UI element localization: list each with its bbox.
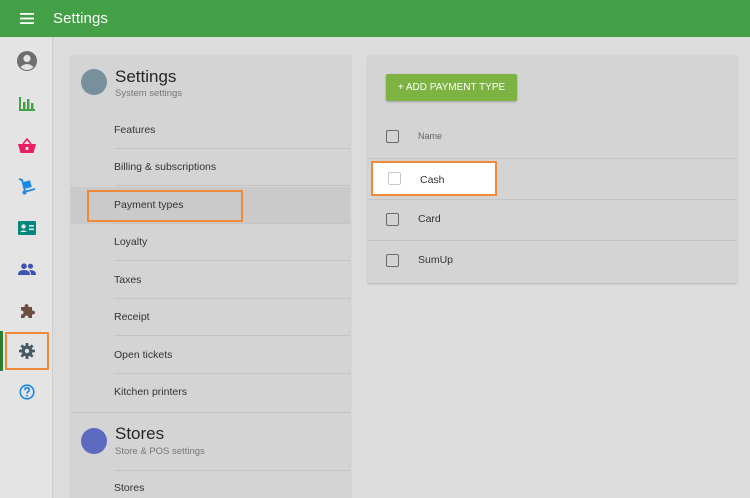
page-title: Settings [53,10,108,27]
puzzle-icon [20,304,35,318]
navigation-rail [0,37,53,498]
column-header-name: Name [418,131,443,141]
payment-type-row-card[interactable]: Card [368,199,737,240]
rail-help[interactable] [0,374,53,410]
payment-type-name: Cash [420,174,445,186]
nav-item-label: Billing & subscriptions [114,161,217,173]
nav-item-receipt[interactable]: Receipt [71,299,350,336]
nav-item-open-tickets[interactable]: Open tickets [71,337,350,374]
help-circle-icon [18,384,35,400]
stores-section-subtitle: Store & POS settings [115,446,205,457]
cash-highlight-box[interactable]: Cash [371,161,497,196]
rail-account[interactable] [0,43,53,79]
settings-section-subtitle: System settings [115,88,183,99]
nav-item-label: Features [114,124,156,136]
divider [368,240,737,241]
people-icon [17,263,36,275]
rail-inventory[interactable] [0,168,53,204]
payment-types-highlight-box [87,190,243,222]
add-payment-type-button[interactable]: + ADD PAYMENT TYPE [386,74,517,101]
nav-item-label: Taxes [114,274,142,286]
bar-chart-icon [18,97,35,111]
badge-card-icon [17,221,36,235]
basket-icon [17,137,36,153]
divider [368,158,737,159]
select-all-checkbox[interactable] [386,130,399,143]
stores-section-header: Stores Store & POS settings [71,413,350,469]
nav-item-label: Loyalty [114,236,148,248]
top-app-bar: Settings [0,0,750,37]
settings-section-avatar [81,69,107,95]
nav-item-label: Open tickets [114,349,173,361]
menu-icon [19,13,34,24]
settings-nav-panel: Settings System settings Features Billin… [71,55,350,498]
nav-item-taxes[interactable]: Taxes [71,262,350,299]
divider [114,185,350,186]
nav-item-stores[interactable]: Stores [71,470,350,498]
row-checkbox[interactable] [386,254,399,267]
row-checkbox[interactable] [386,213,399,226]
nav-item-label: Kitchen printers [114,386,187,398]
payment-type-name: Card [418,213,441,225]
nav-item-features[interactable]: Features [71,112,350,149]
dolly-icon [18,177,35,194]
divider [114,260,350,261]
rail-customers[interactable] [0,251,53,287]
rail-integrations[interactable] [0,293,53,329]
nav-item-label: Stores [114,482,145,494]
nav-item-kitchen-printers[interactable]: Kitchen printers [71,374,350,411]
nav-item-billing[interactable]: Billing & subscriptions [71,149,350,186]
account-circle-icon [16,51,37,71]
nav-item-loyalty[interactable]: Loyalty [71,224,350,261]
settings-section-header: Settings System settings [71,55,350,111]
rail-employees[interactable] [0,210,53,246]
settings-section-title: Settings [115,67,177,86]
payment-types-panel: + ADD PAYMENT TYPE Name Card SumUp Cash [368,55,737,283]
nav-item-label: Receipt [114,311,150,323]
menu-button[interactable] [0,0,53,37]
row-checkbox[interactable] [388,172,401,185]
rail-items[interactable] [0,127,53,163]
divider [114,335,350,336]
payment-type-row-sumup[interactable]: SumUp [368,240,737,281]
stores-section-avatar [81,428,107,454]
divider [368,199,737,200]
payment-type-name: SumUp [418,254,454,266]
divider [114,470,350,471]
stores-section-title: Stores [115,424,165,443]
settings-highlight-box [5,332,49,370]
rail-reports[interactable] [0,86,53,122]
